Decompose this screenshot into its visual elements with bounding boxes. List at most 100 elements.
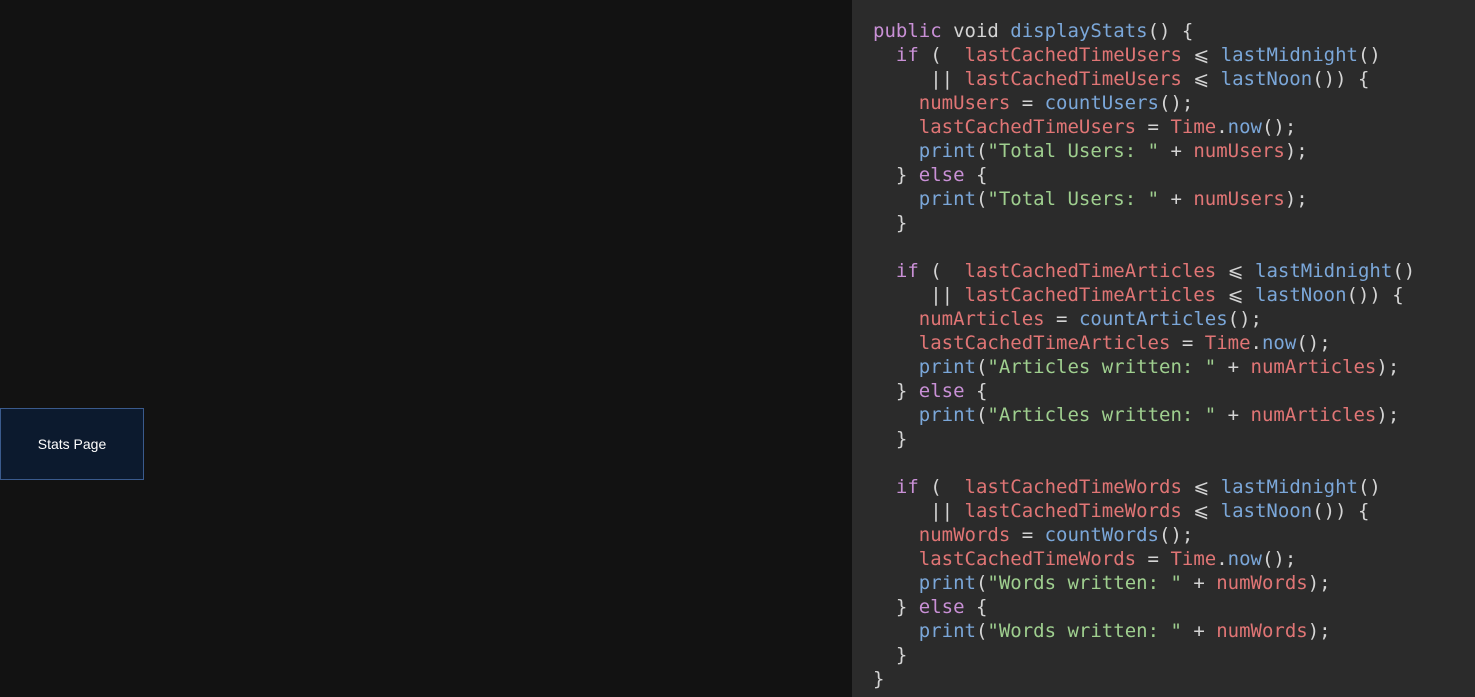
- code-token: }: [873, 212, 908, 234]
- code-token: print: [918, 620, 976, 642]
- code-token: {: [964, 380, 988, 402]
- code-token: Time: [1204, 332, 1251, 354]
- code-token: }: [873, 596, 919, 618]
- code-line: }: [873, 427, 1415, 451]
- code-token: +: [1216, 404, 1251, 426]
- code-token: ⩽: [1181, 476, 1221, 498]
- code-token: void: [941, 20, 1011, 42]
- code-token: print: [918, 188, 976, 210]
- code-token: (): [1357, 476, 1381, 498]
- code-token: (: [975, 140, 988, 162]
- code-token: +: [1216, 356, 1251, 378]
- code-line: print("Words written: " + numWords);: [873, 619, 1415, 643]
- code-line: public void displayStats() {: [873, 19, 1415, 43]
- code-token: =: [1044, 308, 1079, 330]
- code-line: || lastCachedTimeUsers ⩽ lastNoon()) {: [873, 67, 1415, 91]
- code-token: numWords: [1216, 572, 1308, 594]
- code-token: =: [1010, 524, 1045, 546]
- code-token: lastCachedTimeArticles: [964, 260, 1217, 282]
- code-token: print: [918, 404, 976, 426]
- code-token: displayStats: [1010, 20, 1148, 42]
- code-token: else: [918, 164, 965, 186]
- code-token: );: [1284, 140, 1308, 162]
- code-token: lastCachedTimeWords: [964, 476, 1182, 498]
- code-token: {: [964, 596, 988, 618]
- code-token: }: [873, 668, 885, 690]
- code-token: ();: [1261, 116, 1297, 138]
- code-line: lastCachedTimeWords = Time.now();: [873, 547, 1415, 571]
- code-token: now: [1227, 116, 1262, 138]
- code-line: numWords = countWords();: [873, 523, 1415, 547]
- code-token: "Total Users: ": [987, 188, 1160, 210]
- code-token: "Total Users: ": [987, 140, 1160, 162]
- code-token: (: [975, 620, 988, 642]
- code-token: );: [1284, 188, 1308, 210]
- code-token: (: [918, 476, 965, 498]
- code-token: .: [1216, 548, 1228, 570]
- code-token: =: [1170, 332, 1205, 354]
- code-token: ⩽: [1216, 284, 1255, 306]
- code-token: else: [918, 380, 965, 402]
- code-token: ||: [873, 284, 965, 306]
- code-token: (: [918, 44, 965, 66]
- code-token: lastCachedTimeUsers: [918, 116, 1137, 138]
- code-token: "Words written: ": [987, 620, 1182, 642]
- code-token: () {: [1147, 20, 1194, 42]
- code-line: }: [873, 211, 1415, 235]
- code-token: lastCachedTimeWords: [918, 548, 1137, 570]
- code-token: }: [873, 428, 908, 450]
- code-token: Time: [1170, 548, 1217, 570]
- code-token: lastMidnight: [1220, 44, 1358, 66]
- code-line: lastCachedTimeArticles = Time.now();: [873, 331, 1415, 355]
- code-line: print("Articles written: " + numArticles…: [873, 355, 1415, 379]
- code-token: numUsers: [1193, 188, 1285, 210]
- left-pane: Stats Page: [0, 0, 852, 697]
- code-token: countWords: [1044, 524, 1159, 546]
- code-token: (: [975, 356, 988, 378]
- code-token: lastCachedTimeUsers: [964, 68, 1182, 90]
- code-token: numWords: [918, 524, 1011, 546]
- code-token: print: [918, 572, 976, 594]
- code-token: );: [1376, 404, 1400, 426]
- code-line: if ( lastCachedTimeArticles ⩽ lastMidnig…: [873, 259, 1415, 283]
- code-token: }: [873, 644, 908, 666]
- code-token: lastNoon: [1255, 284, 1347, 306]
- code-line: } else {: [873, 379, 1415, 403]
- stats-page-button[interactable]: Stats Page: [0, 408, 144, 480]
- code-line: || lastCachedTimeArticles ⩽ lastNoon()) …: [873, 283, 1415, 307]
- code-token: if: [895, 44, 919, 66]
- code-token: print: [918, 356, 976, 378]
- code-token: ⩽: [1181, 44, 1221, 66]
- code-token: ()) {: [1346, 284, 1404, 306]
- code-token: now: [1227, 548, 1262, 570]
- code-line: print("Words written: " + numWords);: [873, 571, 1415, 595]
- code-token: numArticles: [918, 308, 1045, 330]
- code-token: (: [975, 188, 988, 210]
- code-line: }: [873, 667, 1415, 691]
- code-token: lastMidnight: [1220, 476, 1358, 498]
- code-token: +: [1181, 620, 1217, 642]
- code-token: +: [1159, 140, 1194, 162]
- stats-page-label: Stats Page: [37, 436, 107, 452]
- code-editor: public void displayStats() { if ( lastCa…: [852, 0, 1475, 697]
- code-token: .: [1250, 332, 1262, 354]
- code-token: ||: [873, 68, 965, 90]
- code-token: =: [1136, 116, 1171, 138]
- code-token: (: [975, 572, 988, 594]
- code-token: Time: [1170, 116, 1217, 138]
- code-token: public: [873, 20, 942, 42]
- code-token: (): [1357, 44, 1381, 66]
- code-line: print("Total Users: " + numUsers);: [873, 139, 1415, 163]
- code-token: lastCachedTimeArticles: [918, 332, 1171, 354]
- code-token: (: [918, 260, 965, 282]
